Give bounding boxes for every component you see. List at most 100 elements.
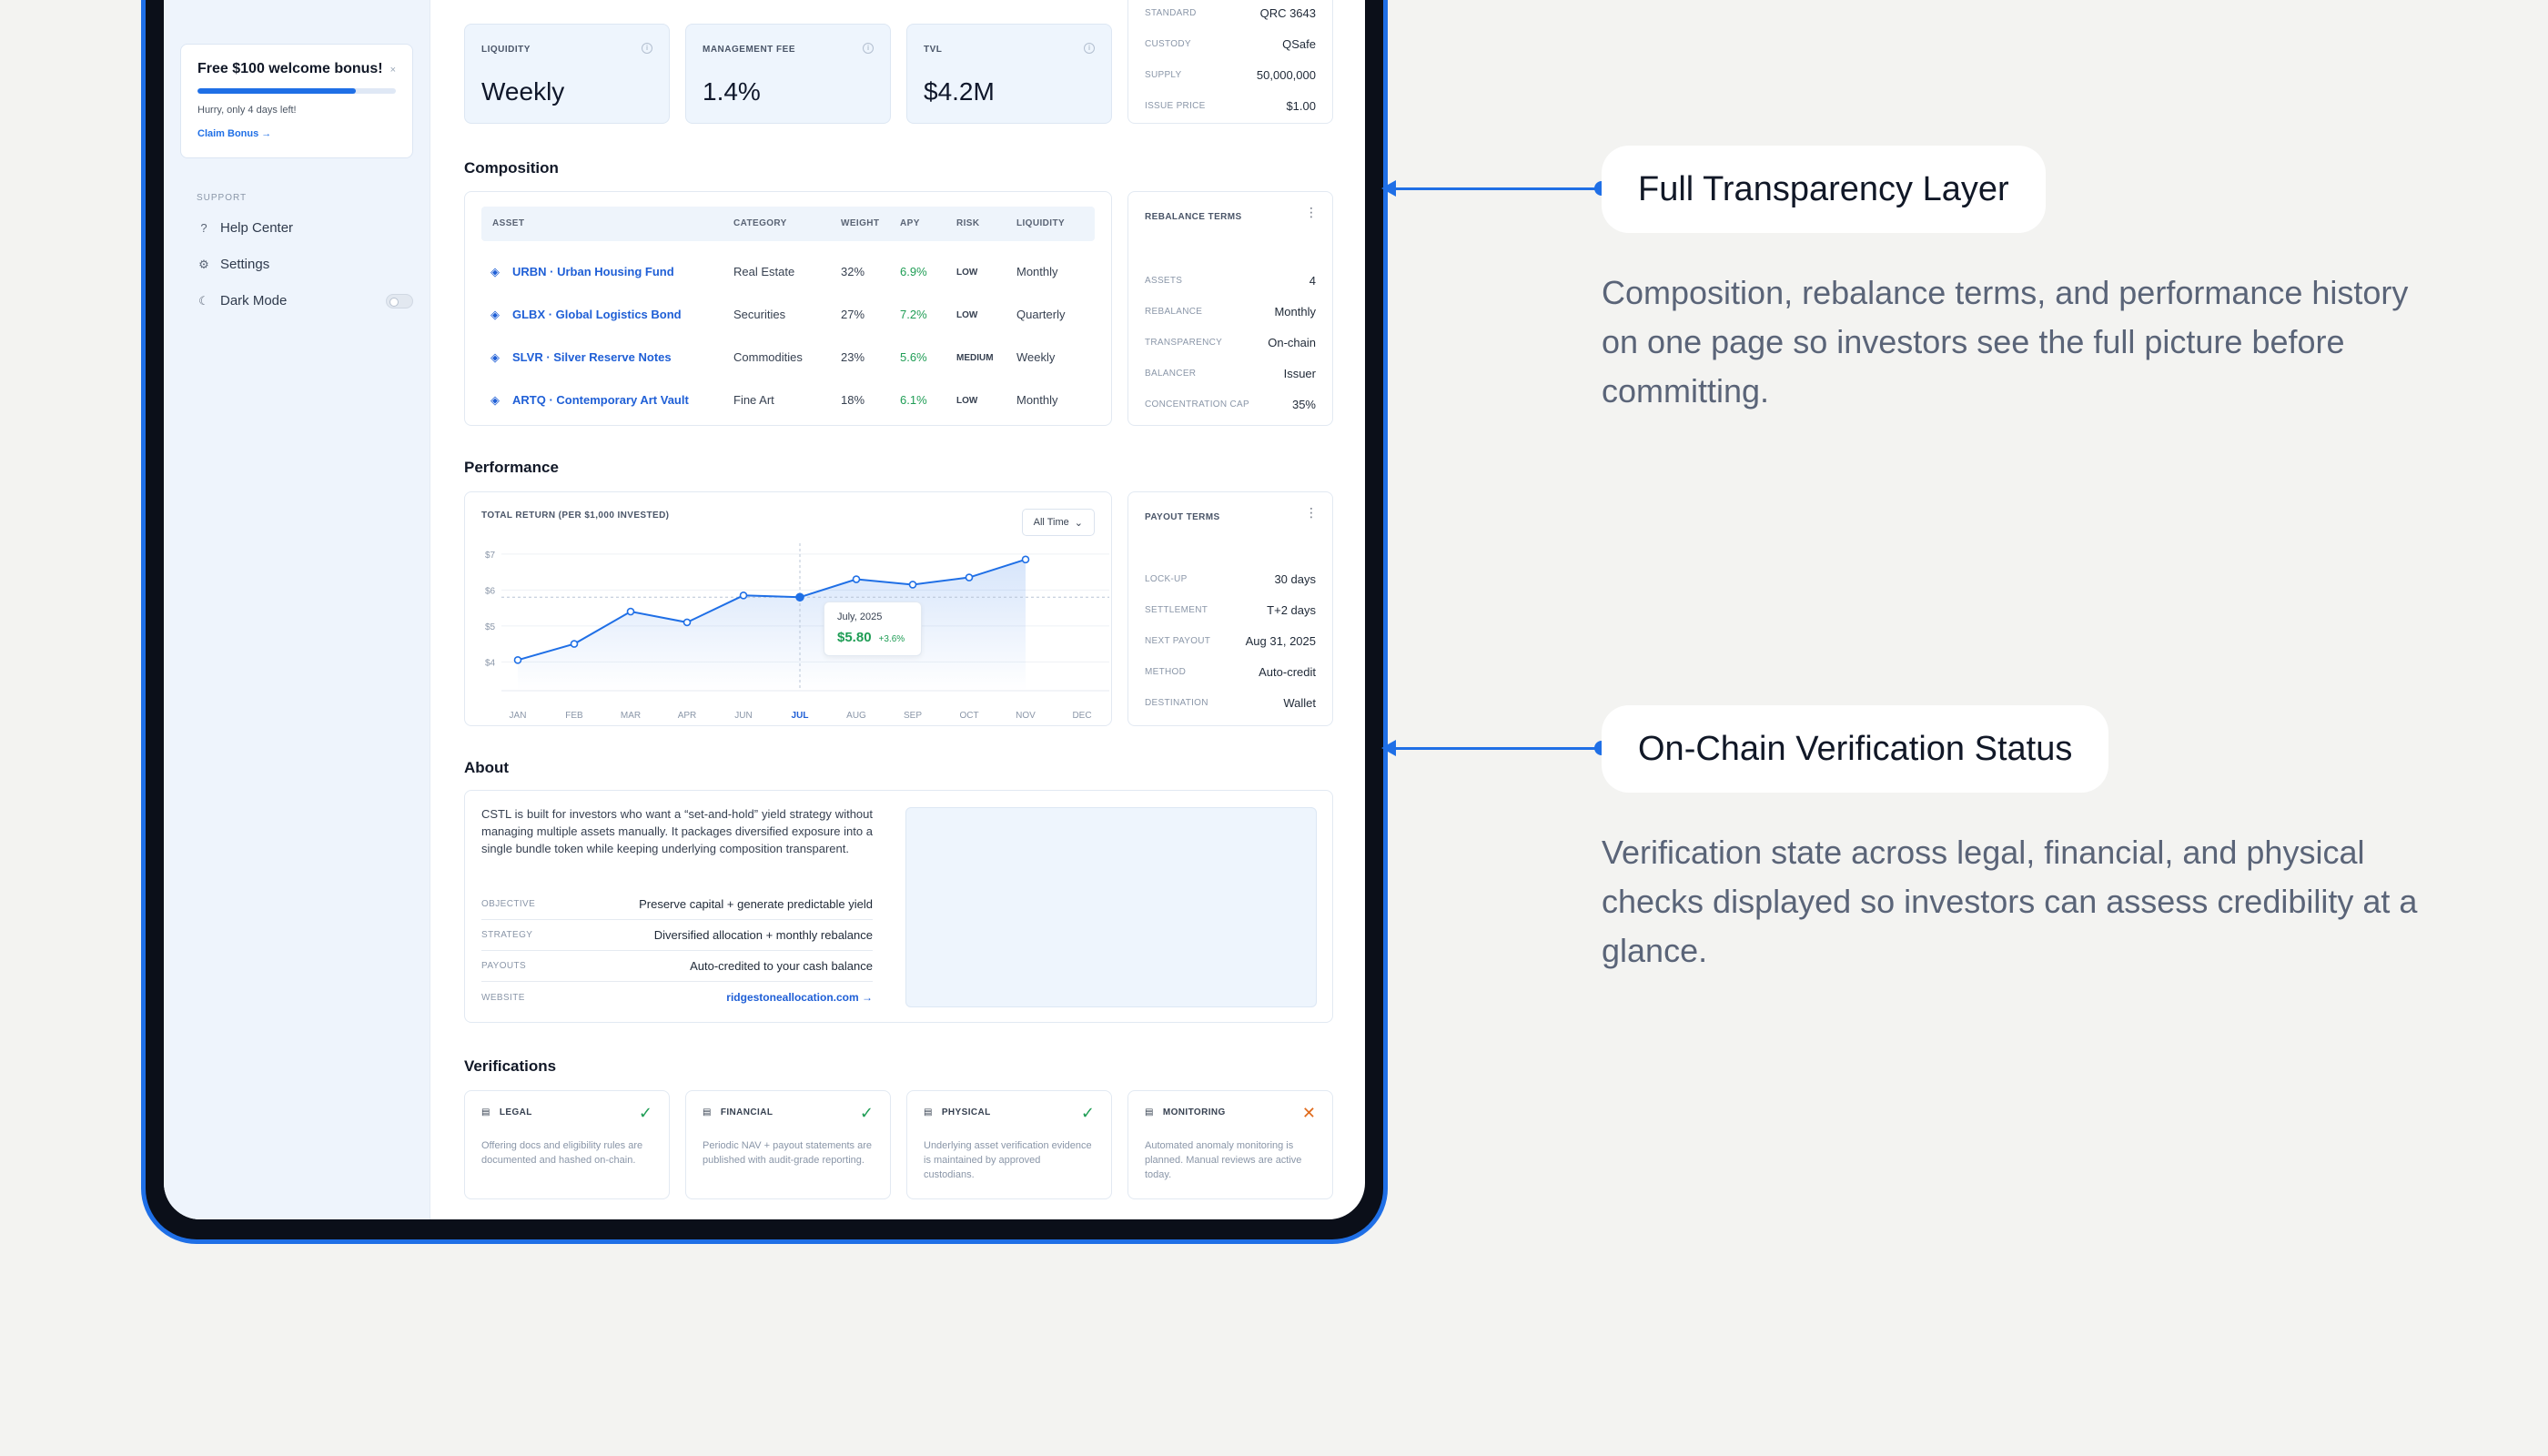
website-link[interactable]: ridgestoneallocation.com → [726, 991, 873, 1004]
sidebar-item-label: Help Center [220, 220, 294, 236]
kv-row: BALANCER Issuer [1145, 367, 1316, 380]
kv-key: NEXT PAYOUT [1145, 636, 1211, 646]
kv-row: DESTINATION Wallet [1145, 696, 1316, 710]
kv-value: 4 [1309, 274, 1316, 288]
sidebar-item-label: Dark Mode [220, 293, 288, 308]
verification-desc: Underlying asset verification evidence i… [924, 1140, 1092, 1180]
y-tick-label: $6 [485, 586, 496, 596]
info-icon[interactable]: i [863, 43, 874, 54]
kv-value: Monthly [1274, 305, 1316, 318]
cell-weight: 23% [841, 350, 865, 364]
performance-title: Performance [464, 459, 559, 476]
app-screen: Free $100 welcome bonus! × Hurry, only 4… [164, 0, 1365, 1219]
verification-desc: Offering docs and eligibility rules are … [481, 1140, 643, 1166]
stat-label: TVL [924, 45, 943, 55]
stat-label: LIQUIDITY [481, 45, 531, 55]
table-row[interactable]: ◈ ARTQ · Contemporary Art Vault Fine Art… [481, 379, 1095, 420]
close-icon: ✕ [1301, 1104, 1316, 1122]
info-icon[interactable]: i [642, 43, 652, 54]
stat-value: $4.2M [924, 77, 995, 106]
verification-card-legal: ▤ LEGAL ✓ Offering docs and eligibility r… [464, 1090, 670, 1199]
table-row[interactable]: ◈ URBN · Urban Housing Fund Real Estate … [481, 250, 1095, 292]
gear-icon: ⚙ [198, 257, 209, 271]
table-row[interactable]: ◈ GLBX · Global Logistics Bond Securitie… [481, 293, 1095, 335]
kv-value: Aug 31, 2025 [1245, 634, 1316, 648]
data-point [739, 591, 748, 600]
kv-key: ASSETS [1145, 276, 1183, 286]
info-icon[interactable]: i [1084, 43, 1095, 54]
claim-bonus-link[interactable]: Claim Bonus → [197, 128, 396, 139]
table-row[interactable]: ◈ SLVR · Silver Reserve Notes Commoditie… [481, 336, 1095, 378]
callout-title: On-Chain Verification Status [1602, 705, 2109, 793]
performance-line-chart: $7 $6 $5 $4 JAN FEB MAR APR JUN JUL AUG SEP OCT NOV DE… [485, 543, 1109, 721]
cell-weight: 18% [841, 393, 865, 407]
cell-weight: 27% [841, 308, 865, 321]
about-title: About [464, 759, 510, 776]
bonus-progress-fill [197, 88, 357, 94]
sidebar-item-help-center[interactable]: ? Help Center [197, 220, 293, 236]
asset-link[interactable]: GLBX · Global Logistics Bond [512, 308, 682, 321]
token-info-row: SUPPLY 50,000,000 [1145, 68, 1316, 82]
check-icon: ✓ [638, 1104, 652, 1122]
document-icon: ▤ [481, 1107, 490, 1117]
cell-apy: 5.6% [900, 350, 927, 364]
cell-liquidity: Quarterly [1016, 308, 1066, 321]
column-header: APY [900, 218, 920, 228]
column-header: CATEGORY [733, 218, 787, 228]
data-point [1021, 555, 1030, 564]
dark-mode-toggle[interactable] [386, 294, 413, 308]
y-tick-label: $7 [485, 551, 496, 561]
x-tick-label: DEC [1072, 711, 1091, 721]
more-icon[interactable]: ⋮ [1305, 505, 1318, 521]
bonus-progress-bar [197, 88, 396, 94]
sidebar-item-settings[interactable]: ⚙ Settings [197, 257, 269, 272]
sidebar-item-dark-mode[interactable]: ☾ Dark Mode [197, 293, 287, 308]
more-icon[interactable]: ⋮ [1305, 205, 1318, 220]
tooltip-date: July, 2025 [837, 612, 883, 622]
stat-value: Weekly [481, 77, 565, 106]
kv-key: SUPPLY [1145, 70, 1182, 80]
kv-key: STANDARD [1145, 8, 1197, 18]
kv-row: LOCK-UP 30 days [1145, 572, 1316, 586]
bonus-subtitle: Hurry, only 4 days left! [197, 105, 297, 116]
x-tick-label: NOV [1016, 711, 1036, 721]
verification-label: FINANCIAL [720, 1107, 774, 1117]
asset-link[interactable]: SLVR · Silver Reserve Notes [512, 350, 672, 364]
kv-value: 35% [1291, 398, 1316, 411]
y-tick-label: $5 [485, 622, 496, 632]
kv-key: TRANSPARENCY [1145, 338, 1223, 348]
kv-key: CUSTODY [1145, 39, 1191, 49]
layers-icon: ◈ [490, 393, 500, 407]
kv-row: METHOD Auto-credit [1145, 665, 1316, 679]
kv-value: QSafe [1282, 37, 1316, 51]
callout-description: Verification state across legal, financi… [1602, 834, 2418, 969]
about-row: OBJECTIVE Preserve capital + generate pre… [481, 889, 873, 920]
kv-row: ASSETS 4 [1145, 274, 1316, 288]
kv-row: REBALANCE Monthly [1145, 305, 1316, 318]
callout-line [1392, 187, 1600, 190]
close-icon[interactable]: × [390, 65, 396, 76]
performance-chart-card: TOTAL RETURN (PER $1,000 INVESTED) All T… [464, 491, 1112, 726]
x-tick-label: FEB [565, 711, 583, 721]
kv-key: DESTINATION [1145, 698, 1208, 708]
verification-label: LEGAL [499, 1107, 532, 1117]
token-info-row: STANDARD QRC 3643 [1145, 6, 1316, 20]
kv-value: 50,000,000 [1256, 68, 1316, 82]
kv-value: Preserve capital + generate predictable … [639, 897, 873, 911]
bonus-title: Free $100 welcome bonus! [197, 61, 383, 76]
x-tick-label: AUG [846, 711, 866, 721]
about-card: CSTL is built for investors who want a “… [464, 790, 1333, 1023]
verification-card-physical: ▤ PHYSICAL ✓ Underlying asset verificatio… [906, 1090, 1112, 1199]
kv-value: QRC 3643 [1259, 6, 1316, 20]
help-icon: ? [200, 221, 207, 235]
about-row: WEBSITE ridgestoneallocation.com → [481, 982, 873, 1013]
asset-link[interactable]: URBN · Urban Housing Fund [512, 265, 674, 278]
asset-link[interactable]: ARTQ · Contemporary Art Vault [512, 393, 689, 407]
token-info-row: CUSTODY QSafe [1145, 37, 1316, 51]
welcome-bonus-card: Free $100 welcome bonus! × Hurry, only 4… [180, 44, 413, 158]
check-icon: ✓ [1080, 1104, 1095, 1122]
sidebar-item-label: Settings [220, 257, 270, 272]
data-point [852, 575, 861, 583]
verification-desc: Periodic NAV + payout statements are pub… [703, 1140, 872, 1166]
callout-description: Composition, rebalance terms, and perfor… [1602, 274, 2409, 410]
